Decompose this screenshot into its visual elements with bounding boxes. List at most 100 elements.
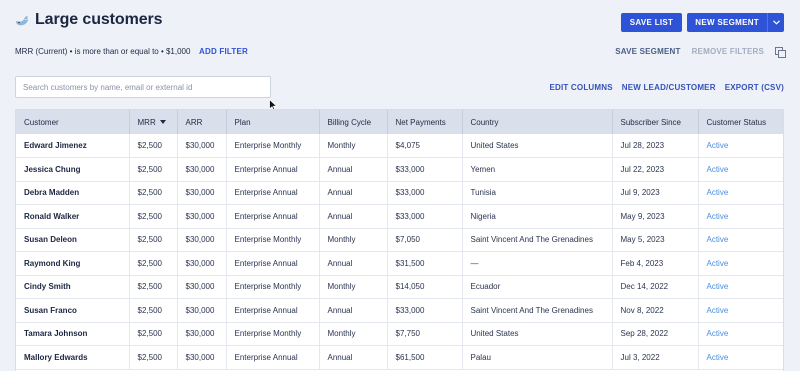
arr-cell: $30,000 bbox=[177, 275, 227, 299]
plan-cell: Enterprise Monthly bbox=[226, 322, 320, 346]
billing-cycle-cell: Annual bbox=[319, 298, 388, 323]
arr-cell: $30,000 bbox=[177, 134, 227, 158]
billing-cycle-cell: Annual bbox=[319, 181, 388, 205]
new-lead-customer-button[interactable]: NEW LEAD/CUSTOMER bbox=[622, 83, 716, 92]
status-cell[interactable]: Active bbox=[698, 251, 783, 276]
status-cell[interactable]: Active bbox=[698, 181, 783, 205]
subscriber-since-cell: Jul 28, 2023 bbox=[612, 134, 699, 158]
filter-bar: MRR (Current) • is more than or equal to… bbox=[15, 45, 786, 61]
table-row[interactable]: Edward Jimenez $2,500 $30,000 Enterprise Mo… bbox=[16, 134, 783, 158]
table-row[interactable]: Jessica Chung $2,500 $30,000 Enterprise Ann… bbox=[16, 157, 783, 182]
status-cell[interactable]: Active bbox=[698, 322, 783, 346]
customer-name[interactable]: Raymond King bbox=[16, 251, 130, 276]
edit-columns-button[interactable]: EDIT COLUMNS bbox=[549, 83, 612, 92]
customer-name[interactable]: Edward Jimenez bbox=[16, 134, 130, 158]
table-row[interactable]: Cindy Smith $2,500 $30,000 Enterprise Month… bbox=[16, 275, 783, 299]
customer-name[interactable]: Debra Madden bbox=[16, 181, 130, 205]
arr-cell: $30,000 bbox=[177, 204, 227, 229]
country-cell: Palau bbox=[462, 345, 613, 370]
column-header-mrr[interactable]: MRR bbox=[129, 110, 178, 134]
save-segment-button[interactable]: SAVE SEGMENT bbox=[615, 47, 680, 56]
table-row[interactable]: Debra Madden $2,500 $30,000 Enterprise Annu… bbox=[16, 181, 783, 205]
table-row[interactable]: Mallory Edwards $2,500 $30,000 Enterprise A… bbox=[16, 345, 783, 370]
mrr-cell: $2,500 bbox=[129, 251, 178, 276]
plan-cell: Enterprise Annual bbox=[226, 251, 320, 276]
plan-cell: Enterprise Annual bbox=[226, 345, 320, 370]
customer-name[interactable]: Susan Deleon bbox=[16, 228, 130, 252]
mrr-cell: $2,500 bbox=[129, 204, 178, 229]
subscriber-since-cell: May 5, 2023 bbox=[612, 228, 699, 252]
copy-icon[interactable] bbox=[775, 47, 786, 58]
country-cell: Saint Vincent And The Grenadines bbox=[462, 298, 613, 323]
page-title: Large customers bbox=[35, 11, 163, 28]
billing-cycle-cell: Annual bbox=[319, 345, 388, 370]
customer-name[interactable]: Jessica Chung bbox=[16, 157, 130, 182]
table-row[interactable]: Susan Franco $2,500 $30,000 Enterprise Annu… bbox=[16, 298, 783, 323]
customer-name[interactable]: Mallory Edwards bbox=[16, 345, 130, 370]
billing-cycle-cell: Annual bbox=[319, 204, 388, 229]
mrr-cell: $2,500 bbox=[129, 228, 178, 252]
arr-cell: $30,000 bbox=[177, 345, 227, 370]
column-header-plan[interactable]: Plan bbox=[226, 110, 320, 134]
customer-name[interactable]: Tamara Johnson bbox=[16, 322, 130, 346]
remove-filters-button[interactable]: REMOVE FILTERS bbox=[692, 47, 764, 56]
country-cell: Ecuador bbox=[462, 275, 613, 299]
customer-name[interactable]: Susan Franco bbox=[16, 298, 130, 323]
plan-cell: Enterprise Annual bbox=[226, 157, 320, 182]
customer-name[interactable]: Cindy Smith bbox=[16, 275, 130, 299]
plan-cell: Enterprise Monthly bbox=[226, 275, 320, 299]
table-row[interactable]: Ronald Walker $2,500 $30,000 Enterprise Ann… bbox=[16, 204, 783, 229]
new-segment-dropdown-button[interactable] bbox=[768, 13, 784, 32]
title-group: Large customers bbox=[15, 11, 163, 29]
table-row[interactable]: Raymond King $2,500 $30,000 Enterprise Annu… bbox=[16, 251, 783, 276]
mrr-cell: $2,500 bbox=[129, 322, 178, 346]
column-header-arr[interactable]: ARR bbox=[177, 110, 227, 134]
column-header-country[interactable]: Country bbox=[462, 110, 613, 134]
status-cell[interactable]: Active bbox=[698, 157, 783, 182]
column-header-customer-status[interactable]: Customer Status bbox=[698, 110, 783, 134]
new-segment-button[interactable]: NEW SEGMENT bbox=[687, 13, 768, 32]
status-cell[interactable]: Active bbox=[698, 345, 783, 370]
table-row[interactable]: Susan Deleon $2,500 $30,000 Enterprise Mont… bbox=[16, 228, 783, 252]
filter-chip[interactable]: MRR (Current) • is more than or equal to… bbox=[15, 47, 190, 56]
mrr-cell: $2,500 bbox=[129, 345, 178, 370]
net-payments-cell: $7,750 bbox=[387, 322, 463, 346]
net-payments-cell: $7,050 bbox=[387, 228, 463, 252]
net-payments-cell: $31,500 bbox=[387, 251, 463, 276]
plan-cell: Enterprise Monthly bbox=[226, 134, 320, 158]
net-payments-cell: $33,000 bbox=[387, 204, 463, 229]
status-cell[interactable]: Active bbox=[698, 275, 783, 299]
search-input[interactable] bbox=[16, 77, 270, 98]
mrr-cell: $2,500 bbox=[129, 157, 178, 182]
billing-cycle-cell: Annual bbox=[319, 251, 388, 276]
plan-cell: Enterprise Annual bbox=[226, 181, 320, 205]
column-header-subscriber-since[interactable]: Subscriber Since bbox=[612, 110, 699, 134]
customers-table: Customer MRR ARR Plan Billing Cycle Net … bbox=[15, 109, 784, 371]
mrr-cell: $2,500 bbox=[129, 181, 178, 205]
subscriber-since-cell: Nov 8, 2022 bbox=[612, 298, 699, 323]
subscriber-since-cell: Feb 4, 2023 bbox=[612, 251, 699, 276]
add-filter-button[interactable]: ADD FILTER bbox=[199, 47, 248, 56]
billing-cycle-cell: Monthly bbox=[319, 322, 388, 346]
plan-cell: Enterprise Annual bbox=[226, 298, 320, 323]
plan-cell: Enterprise Monthly bbox=[226, 228, 320, 252]
column-header-billing-cycle[interactable]: Billing Cycle bbox=[319, 110, 388, 134]
subscriber-since-cell: Jul 3, 2022 bbox=[612, 345, 699, 370]
billing-cycle-cell: Monthly bbox=[319, 275, 388, 299]
country-cell: Saint Vincent And The Grenadines bbox=[462, 228, 613, 252]
billing-cycle-cell: Annual bbox=[319, 157, 388, 182]
subscriber-since-cell: Jul 9, 2023 bbox=[612, 181, 699, 205]
export-csv-button[interactable]: EXPORT (CSV) bbox=[725, 83, 784, 92]
column-header-customer[interactable]: Customer bbox=[16, 110, 130, 134]
status-cell[interactable]: Active bbox=[698, 228, 783, 252]
status-cell[interactable]: Active bbox=[698, 298, 783, 323]
segment-actions: SAVE SEGMENT REMOVE FILTERS bbox=[615, 47, 786, 58]
column-header-net-payments[interactable]: Net Payments bbox=[387, 110, 463, 134]
status-cell[interactable]: Active bbox=[698, 204, 783, 229]
mrr-cell: $2,500 bbox=[129, 275, 178, 299]
status-cell[interactable]: Active bbox=[698, 134, 783, 158]
customer-name[interactable]: Ronald Walker bbox=[16, 204, 130, 229]
plan-cell: Enterprise Annual bbox=[226, 204, 320, 229]
save-list-button[interactable]: SAVE LIST bbox=[620, 13, 683, 32]
table-row[interactable]: Tamara Johnson $2,500 $30,000 Enterprise Mo… bbox=[16, 322, 783, 346]
